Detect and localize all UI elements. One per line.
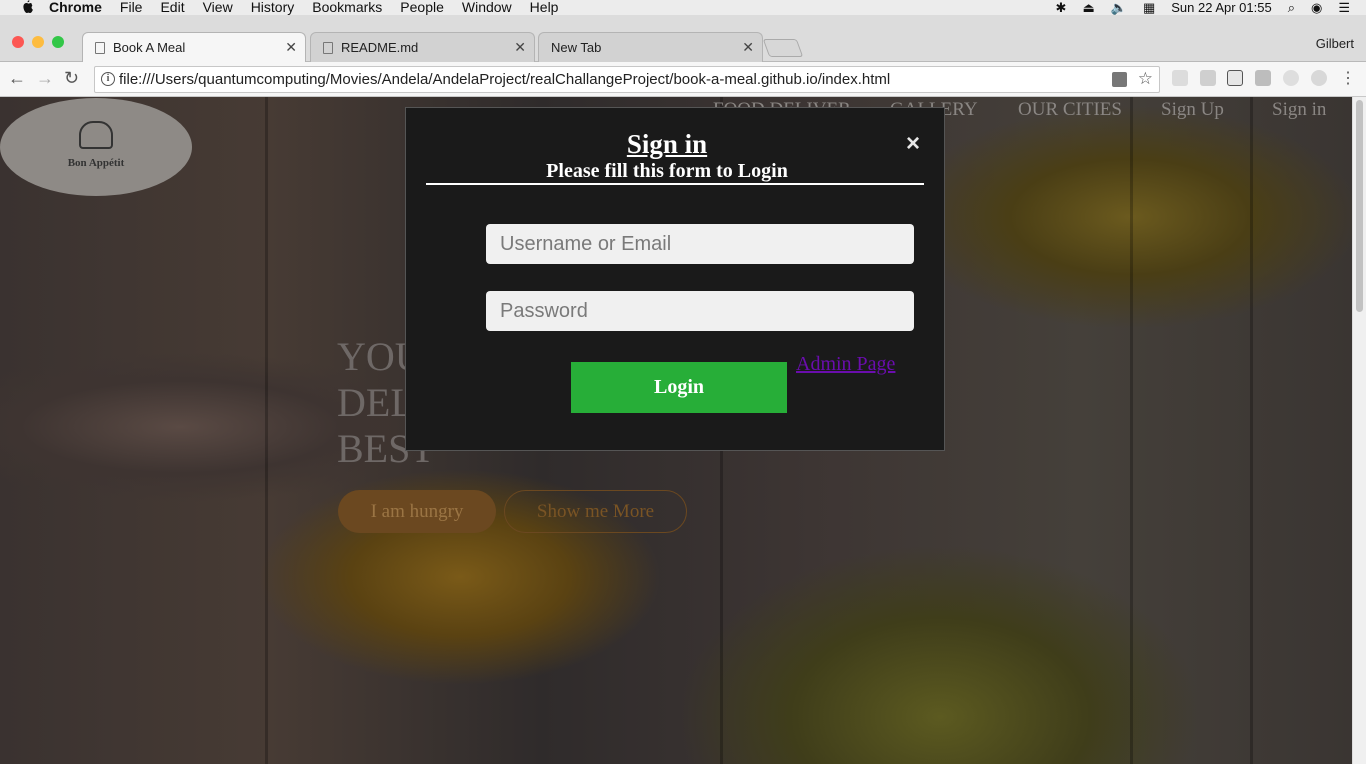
spotlight-search-icon[interactable]: ⌕: [1288, 0, 1295, 15]
menu-bookmarks[interactable]: Bookmarks: [312, 0, 382, 15]
back-arrow-icon[interactable]: ←: [8, 68, 26, 89]
bluetooth-icon[interactable]: ✱: [1056, 0, 1067, 15]
username-input[interactable]: [486, 224, 914, 264]
calendar-icon[interactable]: ▦: [1143, 0, 1155, 15]
menu-history[interactable]: History: [251, 0, 295, 15]
tab-close-icon[interactable]: ✕: [285, 39, 297, 56]
apple-icon[interactable]: [21, 0, 35, 15]
page-icon: [323, 41, 333, 54]
tab-new-tab[interactable]: New Tab ✕: [538, 32, 763, 62]
tab-close-icon[interactable]: ✕: [514, 39, 526, 56]
menu-file[interactable]: File: [120, 0, 143, 15]
forward-arrow-icon[interactable]: →: [36, 68, 54, 89]
nav-our-cities[interactable]: OUR CITIES: [1018, 99, 1122, 121]
close-icon[interactable]: ×: [906, 132, 920, 156]
tab-readme[interactable]: README.md ✕: [310, 32, 535, 62]
translate-icon[interactable]: [1112, 72, 1127, 87]
siri-icon[interactable]: ◉: [1311, 0, 1322, 15]
page-scrollbar[interactable]: [1352, 97, 1366, 764]
tab-book-a-meal[interactable]: Book A Meal ✕: [82, 32, 306, 62]
url-text: file:///Users/quantumcomputing/Movies/An…: [119, 71, 891, 88]
menu-help[interactable]: Help: [530, 0, 559, 15]
menu-edit[interactable]: Edit: [160, 0, 184, 15]
logo-brand: Bon Appétit: [67, 157, 125, 169]
browser-tab-strip: Book A Meal ✕ README.md ✕ New Tab ✕ Gilb…: [0, 15, 1366, 62]
volume-icon[interactable]: 🔈: [1111, 0, 1127, 15]
page-icon: [95, 41, 105, 54]
chef-hat-icon: [79, 121, 113, 149]
menubar-clock[interactable]: Sun 22 Apr 01:55: [1171, 0, 1271, 15]
extension-icon[interactable]: [1200, 70, 1216, 86]
browser-toolbar: ← → ↻ i file:///Users/quantumcomputing/M…: [0, 62, 1366, 97]
window-minimize-icon[interactable]: [32, 36, 44, 48]
address-bar[interactable]: i file:///Users/quantumcomputing/Movies/…: [94, 66, 1160, 93]
eject-icon[interactable]: ⏏: [1082, 0, 1094, 15]
show-me-more-button[interactable]: Show me More: [504, 490, 687, 533]
login-button[interactable]: Login: [571, 362, 787, 413]
menu-window[interactable]: Window: [462, 0, 512, 15]
new-tab-button[interactable]: [762, 39, 804, 57]
tab-title: New Tab: [551, 40, 602, 55]
window-maximize-icon[interactable]: [52, 36, 64, 48]
window-close-icon[interactable]: [12, 36, 24, 48]
modal-title: Sign in: [626, 129, 708, 159]
profile-name[interactable]: Gilbert: [1316, 36, 1354, 51]
settings-extension-icon[interactable]: [1283, 70, 1299, 86]
tab-close-icon[interactable]: ✕: [742, 39, 754, 56]
sign-in-modal: Sign in Please fill this form to Login ×…: [405, 107, 945, 451]
tab-title: Book A Meal: [113, 40, 186, 55]
extension-icon[interactable]: [1311, 70, 1327, 86]
modal-subtitle: Please fill this form to Login: [546, 160, 788, 182]
menu-people[interactable]: People: [400, 0, 444, 15]
modal-divider: [426, 183, 924, 185]
reload-icon[interactable]: ↻: [64, 68, 79, 89]
y-extension-icon[interactable]: [1227, 70, 1243, 86]
scrollbar-thumb[interactable]: [1356, 100, 1363, 312]
info-icon[interactable]: i: [101, 72, 115, 86]
chrome-menu-icon[interactable]: ⋮: [1340, 68, 1356, 88]
notification-center-icon[interactable]: ☰: [1338, 0, 1350, 15]
tab-title: README.md: [341, 40, 419, 55]
admin-page-link[interactable]: Admin Page: [796, 353, 895, 376]
menu-app-name[interactable]: Chrome: [49, 0, 102, 15]
extension-icon[interactable]: [1172, 70, 1188, 86]
nav-sign-up[interactable]: Sign Up: [1161, 99, 1224, 121]
nav-sign-in[interactable]: Sign in: [1272, 99, 1326, 121]
password-input[interactable]: [486, 291, 914, 331]
i-am-hungry-button[interactable]: I am hungry: [338, 490, 496, 533]
menu-view[interactable]: View: [203, 0, 233, 15]
r-extension-icon[interactable]: [1255, 70, 1271, 86]
macos-menubar: Chrome File Edit View History Bookmarks …: [0, 0, 1366, 15]
bookmark-star-icon[interactable]: ☆: [1138, 69, 1153, 89]
site-logo[interactable]: Bon Appétit: [0, 98, 192, 196]
